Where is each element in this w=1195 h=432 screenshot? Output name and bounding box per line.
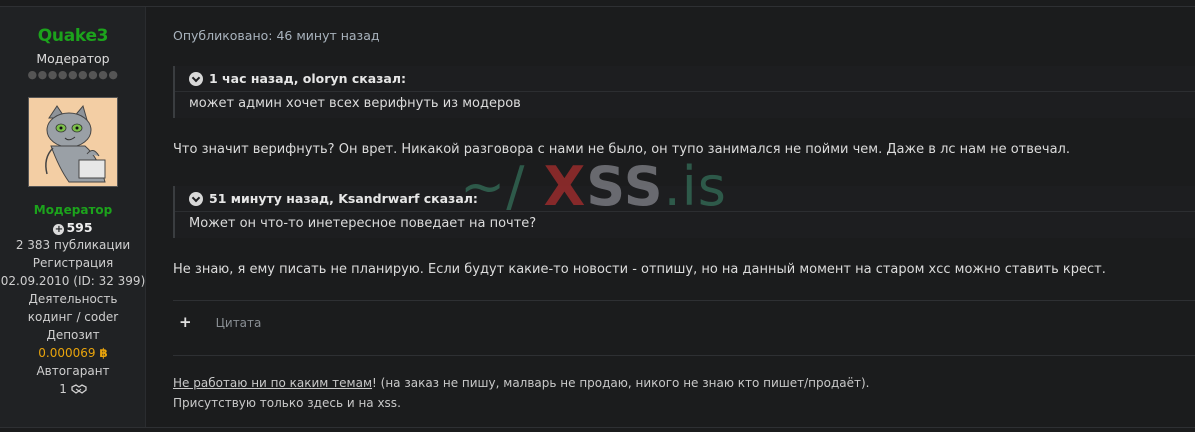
quote-body: может админ хочет всех верифнуть из моде… <box>189 96 521 111</box>
quote-attribution: 51 минуту назад, Ksandrwarf сказал: <box>209 191 478 206</box>
watermark-ss: SS <box>586 155 664 218</box>
quote-button[interactable]: Цитата <box>216 316 262 330</box>
user-panel: Quake3 Модератор ●●●●●●●●● Модератор +59… <box>0 7 146 427</box>
quote-block: 1 час назад, oloryn сказал: может админ … <box>173 66 1195 118</box>
guarantee-label: Автогарант <box>36 364 110 378</box>
deposit-label: Депозит <box>46 328 100 342</box>
signature-link[interactable]: Не работаю ни по каким темам <box>173 376 372 390</box>
deposit-row: 0.000069 ฿ <box>0 346 146 360</box>
activity-value: кодинг / coder <box>27 310 119 324</box>
registration-label: Регистрация <box>32 256 114 270</box>
deposit-value: 0.000069 <box>38 346 96 360</box>
username-link[interactable]: Quake3 <box>0 26 146 46</box>
plus-circle-icon: + <box>53 224 65 235</box>
signature-text: ! (на заказ не пишу, малварь не продаю, … <box>372 376 870 390</box>
reaction-score: +595 <box>0 220 146 235</box>
avatar[interactable] <box>28 97 118 187</box>
quote-header[interactable]: 1 час назад, oloryn сказал: <box>175 66 1195 92</box>
posts-count[interactable]: 2 383 публикации <box>0 238 146 252</box>
signature-line-2: Присутствую только здесь и на xss. <box>173 396 401 410</box>
guarantee-value: 1 <box>59 382 67 396</box>
bitcoin-icon: ฿ <box>99 346 108 360</box>
guarantee-row[interactable]: 1 <box>0 382 146 396</box>
registration-value: 02.09.2010 (ID: 32 399) <box>0 274 146 288</box>
activity-label: Деятельность <box>28 292 118 306</box>
post-published-date[interactable]: Опубликовано: 46 минут назад <box>173 28 380 43</box>
role-badge: Модератор <box>33 203 113 217</box>
rank-dots: ●●●●●●●●● <box>27 68 119 81</box>
chevron-down-icon[interactable] <box>189 72 203 86</box>
xss-watermark-logo: ~/ XSS.is <box>460 155 727 218</box>
user-title: Модератор <box>36 51 110 66</box>
quote-attribution: 1 час назад, oloryn сказал: <box>209 71 406 86</box>
handshake-icon <box>71 384 87 394</box>
reaction-score-value: 595 <box>66 220 93 235</box>
watermark-tilde: ~/ <box>460 155 526 218</box>
quote-action-bar: + Цитата <box>173 313 261 331</box>
bottom-border <box>0 427 1195 428</box>
multi-quote-plus-button[interactable]: + <box>179 313 192 331</box>
divider <box>173 355 1195 356</box>
signature-line-1: Не работаю ни по каким темам! (на заказ … <box>173 376 870 390</box>
chevron-down-icon[interactable] <box>189 192 203 206</box>
cat-avatar-image <box>29 98 117 186</box>
watermark-is: .is <box>663 155 727 218</box>
divider <box>173 300 1195 301</box>
post-paragraph: Не знаю, я ему писать не планирую. Если … <box>173 262 1106 277</box>
watermark-x: X <box>543 155 587 218</box>
